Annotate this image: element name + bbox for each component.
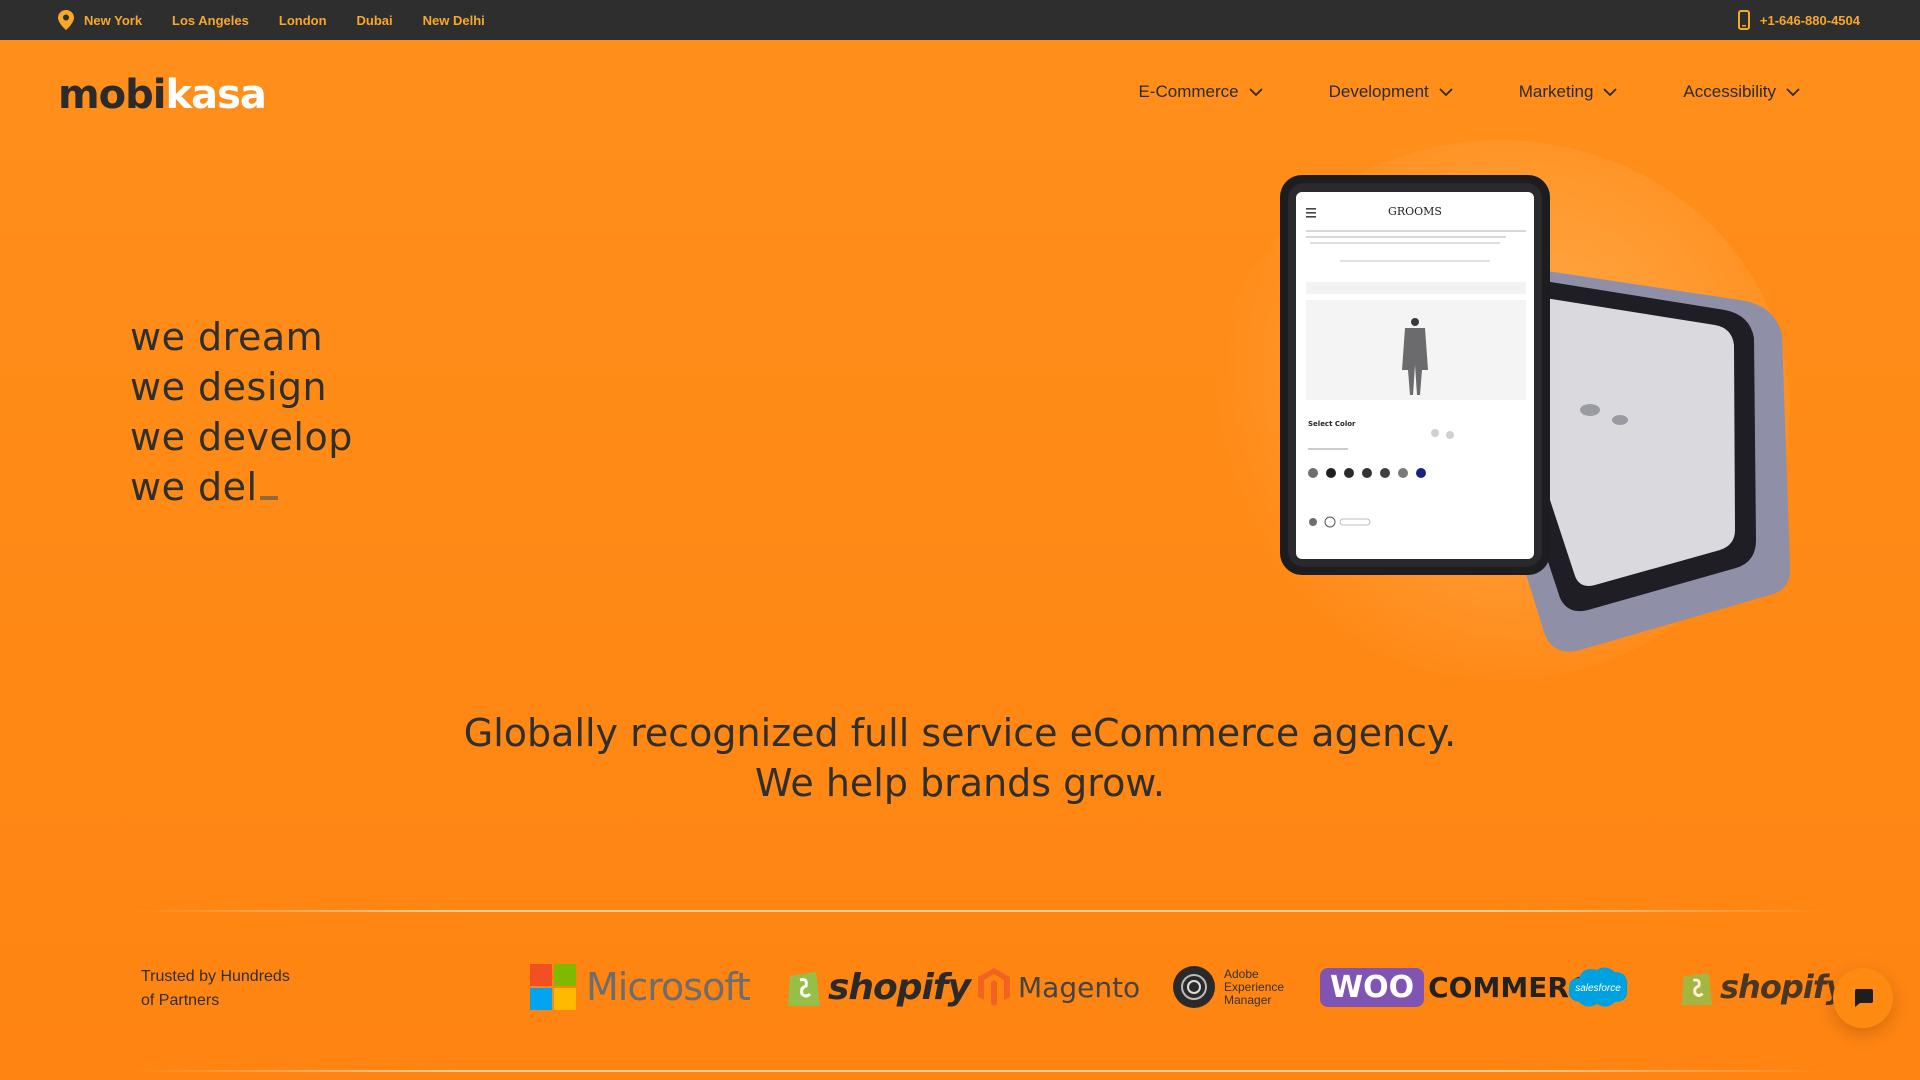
front-tablet: GROOMS Select Color bbox=[1280, 175, 1550, 575]
mobikasa-logo[interactable]: mobikasa bbox=[58, 72, 267, 118]
hero-line-deliver: we del bbox=[130, 462, 353, 512]
chevron-down-icon bbox=[1603, 88, 1618, 97]
magento-logo[interactable]: Magento bbox=[976, 960, 1140, 1014]
location-new-delhi[interactable]: New Delhi bbox=[423, 13, 485, 28]
hero-line-develop: we develop bbox=[130, 415, 353, 459]
location-dubai[interactable]: Dubai bbox=[357, 13, 393, 28]
chat-button[interactable] bbox=[1833, 968, 1893, 1028]
partner-logos-carousel: Microsoft shopify Magento Adobe Experien… bbox=[530, 960, 1850, 1020]
device-select-color: Select Color bbox=[1308, 420, 1356, 428]
nav-accessibility-label: Accessibility bbox=[1683, 82, 1776, 101]
typing-cursor bbox=[259, 496, 278, 500]
chevron-down-icon bbox=[1786, 88, 1800, 97]
nav-ecommerce[interactable]: E-Commerce bbox=[1138, 82, 1263, 102]
logo-text-mobi: mobi bbox=[58, 72, 167, 118]
hero-line-design: we design bbox=[130, 365, 328, 409]
location-london[interactable]: London bbox=[279, 13, 327, 28]
nav-marketing-label: Marketing bbox=[1518, 82, 1594, 101]
top-bar: New York Los Angeles London Dubai New De… bbox=[0, 0, 1920, 40]
mobile-phone-icon bbox=[1737, 10, 1750, 30]
tagline-line-2: We help brands grow. bbox=[755, 761, 1165, 805]
locations-bar: New York Los Angeles London Dubai New De… bbox=[58, 0, 485, 40]
logo-text-kasa: kasa bbox=[165, 72, 267, 118]
nav-development[interactable]: Development bbox=[1329, 82, 1453, 102]
nav-ecommerce-label: E-Commerce bbox=[1138, 82, 1239, 101]
chevron-down-icon bbox=[1439, 88, 1453, 97]
shopify-wordmark: shopify bbox=[828, 966, 971, 1008]
hero-line-dream: we dream bbox=[130, 315, 324, 359]
salesforce-cloud-icon: salesforce bbox=[1568, 967, 1628, 1007]
shopify-bag-icon bbox=[788, 972, 820, 1006]
tagline: Globally recognized full service eCommer… bbox=[0, 708, 1920, 808]
main-nav: E-Commerce Development Marketing Accessi… bbox=[1138, 82, 1800, 102]
adobe-experience-manager-logo[interactable]: Adobe Experience Manager bbox=[1172, 960, 1304, 1014]
shopify-plus-wordmark: shopify bbox=[1720, 968, 1846, 1006]
nav-accessibility[interactable]: Accessibility bbox=[1683, 82, 1800, 102]
microsoft-logo[interactable]: Microsoft bbox=[530, 960, 751, 1014]
nav-marketing[interactable]: Marketing bbox=[1519, 82, 1618, 102]
trusted-line-2: of Partners bbox=[141, 992, 220, 1009]
shopify-plus-logo[interactable]: shopify bbox=[1680, 960, 1846, 1014]
device-brand: GROOMS bbox=[1388, 205, 1442, 218]
hero-typing-lines: we dream we design we develop we del bbox=[130, 312, 353, 512]
location-los-angeles[interactable]: Los Angeles bbox=[172, 13, 249, 28]
woo-wordmark: WOO bbox=[1320, 967, 1425, 1007]
locations-list: New York Los Angeles London Dubai New De… bbox=[84, 13, 485, 28]
tagline-line-1: Globally recognized full service eCommer… bbox=[463, 711, 1457, 755]
phone-number-link[interactable]: +1-646-880-4504 bbox=[1760, 13, 1860, 28]
partners-divider-top bbox=[130, 910, 1830, 912]
chat-bubble-icon bbox=[1855, 989, 1873, 1007]
shopify-bag-icon bbox=[1681, 972, 1713, 1005]
adobe-wordmark: Adobe Experience Manager bbox=[1224, 966, 1285, 1007]
hero-line-deliver-text: we del bbox=[130, 465, 258, 509]
partners-divider-bottom bbox=[130, 1070, 1830, 1072]
nav-development-label: Development bbox=[1328, 82, 1429, 101]
magento-icon bbox=[978, 968, 1010, 1006]
adobe-aem-icon bbox=[1173, 966, 1215, 1008]
phone-contact: +1-646-880-4504 bbox=[1737, 0, 1860, 40]
magento-wordmark: Magento bbox=[1018, 970, 1141, 1004]
shopify-logo[interactable]: shopify bbox=[786, 960, 971, 1014]
trusted-line-1: Trusted by Hundreds bbox=[141, 968, 290, 985]
map-pin-icon bbox=[58, 10, 74, 30]
microsoft-wordmark: Microsoft bbox=[586, 965, 751, 1009]
salesforce-logo[interactable]: salesforce bbox=[1565, 960, 1631, 1014]
chevron-down-icon bbox=[1248, 88, 1263, 97]
location-new-york[interactable]: New York bbox=[84, 13, 142, 28]
salesforce-wordmark: salesforce bbox=[1575, 983, 1621, 994]
microsoft-windows-icon bbox=[530, 964, 576, 1010]
trusted-by-label: Trusted by Hundreds of Partners bbox=[141, 965, 290, 1013]
tablet-mockup-illustration: GROOMS Select Color bbox=[1280, 175, 1790, 652]
